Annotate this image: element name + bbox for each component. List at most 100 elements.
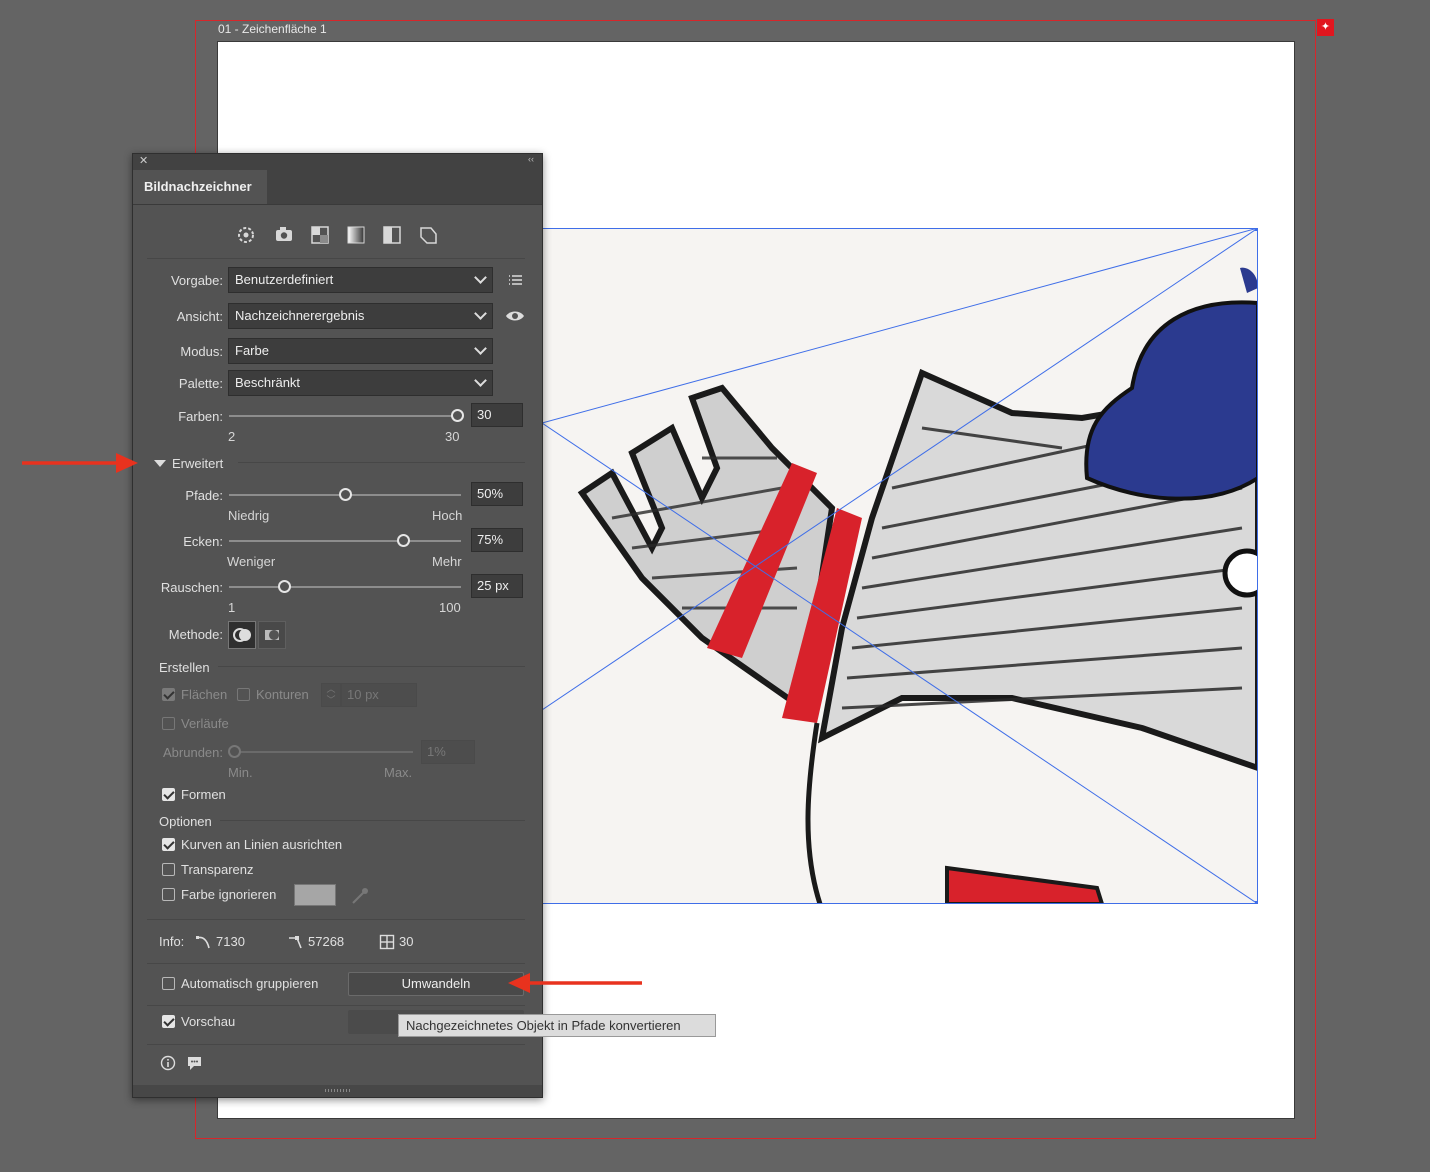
eye-icon[interactable] xyxy=(505,309,525,323)
abrunden-input[interactable]: 1% xyxy=(421,740,475,764)
ecken-max: Mehr xyxy=(432,554,462,569)
grayscale-icon[interactable] xyxy=(345,224,367,246)
chevron-down-icon xyxy=(474,342,487,355)
vorschau-checkbox[interactable] xyxy=(162,1015,175,1028)
vorgabe-label: Vorgabe: xyxy=(170,273,223,288)
farben-slider-track[interactable] xyxy=(229,415,457,417)
collapse-icon[interactable]: ‹‹ xyxy=(528,154,534,164)
info-anchors-value: 57268 xyxy=(308,934,345,949)
pfade-max: Hoch xyxy=(432,508,463,523)
rauschen-input[interactable]: 25 px xyxy=(471,574,523,598)
kurven-checkbox[interactable] xyxy=(162,838,175,851)
info-label: Info: xyxy=(159,934,185,949)
rauschen-min: 1 xyxy=(228,600,236,615)
vorgabe-select[interactable]: Benutzerdefiniert xyxy=(228,267,493,293)
farben-min: 2 xyxy=(228,429,236,444)
info-paths-value: 7130 xyxy=(216,934,245,949)
palette-value: Beschränkt xyxy=(235,375,301,390)
pfade-input[interactable]: 50% xyxy=(471,482,523,506)
preset-icon-row xyxy=(235,224,445,248)
chevron-down-icon xyxy=(474,374,487,387)
separator xyxy=(147,963,525,964)
method-overlapping-button[interactable] xyxy=(258,621,286,649)
close-icon[interactable]: ✕ xyxy=(139,154,148,167)
farben-max: 30 xyxy=(445,429,460,444)
ecken-input[interactable]: 75% xyxy=(471,528,523,552)
separator xyxy=(147,1044,525,1045)
formen-label: Formen xyxy=(181,787,226,802)
rauschen-slider-knob[interactable] xyxy=(278,580,292,593)
farben-slider-knob[interactable] xyxy=(450,409,464,422)
farbe-ignorieren-label: Farbe ignorieren xyxy=(181,887,277,902)
abrunden-label: Abrunden: xyxy=(163,745,223,760)
low-color-icon[interactable] xyxy=(309,224,331,246)
feedback-icon[interactable] xyxy=(186,1055,203,1071)
chevron-down-icon xyxy=(474,271,487,284)
konturen-checkbox[interactable] xyxy=(237,688,250,701)
kontur-width-input[interactable]: 10 px xyxy=(341,683,417,707)
rauschen-label: Rauschen: xyxy=(160,580,223,595)
annotation-arrow-right-icon xyxy=(22,453,138,473)
anchor-count-icon xyxy=(289,936,302,949)
vorgabe-value: Benutzerdefiniert xyxy=(235,272,334,287)
convert-tooltip: Nachgezeichnetes Objekt in Pfade konvert… xyxy=(398,1014,716,1037)
resize-grip-icon[interactable] xyxy=(325,1089,351,1092)
info-icon[interactable] xyxy=(160,1055,176,1071)
eyedropper-icon[interactable] xyxy=(349,885,371,907)
farbe-ignorieren-checkbox[interactable] xyxy=(162,888,175,901)
konturen-label: Konturen xyxy=(256,687,309,702)
kontur-stepper-icon[interactable]: ︿ ﹀ xyxy=(321,683,341,707)
ecken-slider-knob[interactable] xyxy=(396,534,410,547)
rauschen-slider-track[interactable] xyxy=(229,586,461,588)
methode-label: Methode: xyxy=(168,627,223,642)
panel-resize-bar[interactable] xyxy=(133,1085,542,1097)
abrunden-slider-knob[interactable] xyxy=(228,745,241,758)
artboard-label[interactable]: 01 - Zeichenfläche 1 xyxy=(218,22,327,36)
separator xyxy=(220,820,525,821)
photo-high-fidelity-icon[interactable] xyxy=(273,224,295,246)
ignore-color-swatch[interactable] xyxy=(294,884,336,906)
separator xyxy=(147,258,525,259)
flaechen-checkbox[interactable] xyxy=(162,688,175,701)
farben-input[interactable]: 30 xyxy=(471,403,523,427)
info-colors-value: 30 xyxy=(399,934,414,949)
pfade-label: Pfade: xyxy=(185,488,223,503)
transparenz-checkbox[interactable] xyxy=(162,863,175,876)
color-count-icon xyxy=(379,934,395,950)
modus-select[interactable]: Farbe xyxy=(228,338,493,364)
ecken-min: Weniger xyxy=(227,554,276,569)
ansicht-select[interactable]: Nachzeichnerergebnis xyxy=(228,303,493,329)
ecken-slider-track[interactable] xyxy=(229,540,461,542)
chevron-down-icon xyxy=(474,307,487,320)
palette-select[interactable]: Beschränkt xyxy=(228,370,493,396)
auto-group-label: Automatisch gruppieren xyxy=(181,976,319,991)
pfade-slider-knob[interactable] xyxy=(338,488,352,501)
pfade-min: Niedrig xyxy=(228,508,270,523)
image-trace-panel[interactable]: ✕ ‹‹ Bildnachzeichner Vorgabe: Benutzerd… xyxy=(132,153,543,1098)
disclosure-triangle-icon[interactable] xyxy=(154,460,166,467)
separator xyxy=(147,1005,525,1006)
outline-icon[interactable] xyxy=(417,224,439,246)
tab-bildnachzeichner[interactable]: Bildnachzeichner xyxy=(133,170,267,204)
abrunden-min: Min. xyxy=(228,765,253,780)
verlaeufe-checkbox[interactable] xyxy=(162,717,175,730)
formen-checkbox[interactable] xyxy=(162,788,175,801)
abrunden-slider-track[interactable] xyxy=(229,751,413,753)
erweitert-toggle[interactable]: Erweitert xyxy=(172,456,223,471)
panel-titlebar[interactable]: ✕ ‹‹ xyxy=(133,154,542,170)
ansicht-label: Ansicht: xyxy=(176,309,223,324)
rauschen-max: 100 xyxy=(439,600,461,615)
corner-widget-icon[interactable]: ✦ xyxy=(1317,19,1334,36)
modus-label: Modus: xyxy=(180,344,223,359)
auto-color-icon[interactable] xyxy=(235,224,257,246)
ansicht-value: Nachzeichnerergebnis xyxy=(235,308,365,323)
overlapping-icon xyxy=(265,630,279,640)
preset-menu-icon[interactable] xyxy=(507,272,523,288)
abutting-icon xyxy=(233,628,251,642)
auto-group-checkbox[interactable] xyxy=(162,977,175,990)
umwandeln-button[interactable]: Umwandeln xyxy=(348,972,524,996)
method-abutting-button[interactable] xyxy=(228,621,256,649)
ecken-label: Ecken: xyxy=(183,534,223,549)
black-white-icon[interactable] xyxy=(381,224,403,246)
traced-artwork[interactable] xyxy=(542,228,1258,904)
